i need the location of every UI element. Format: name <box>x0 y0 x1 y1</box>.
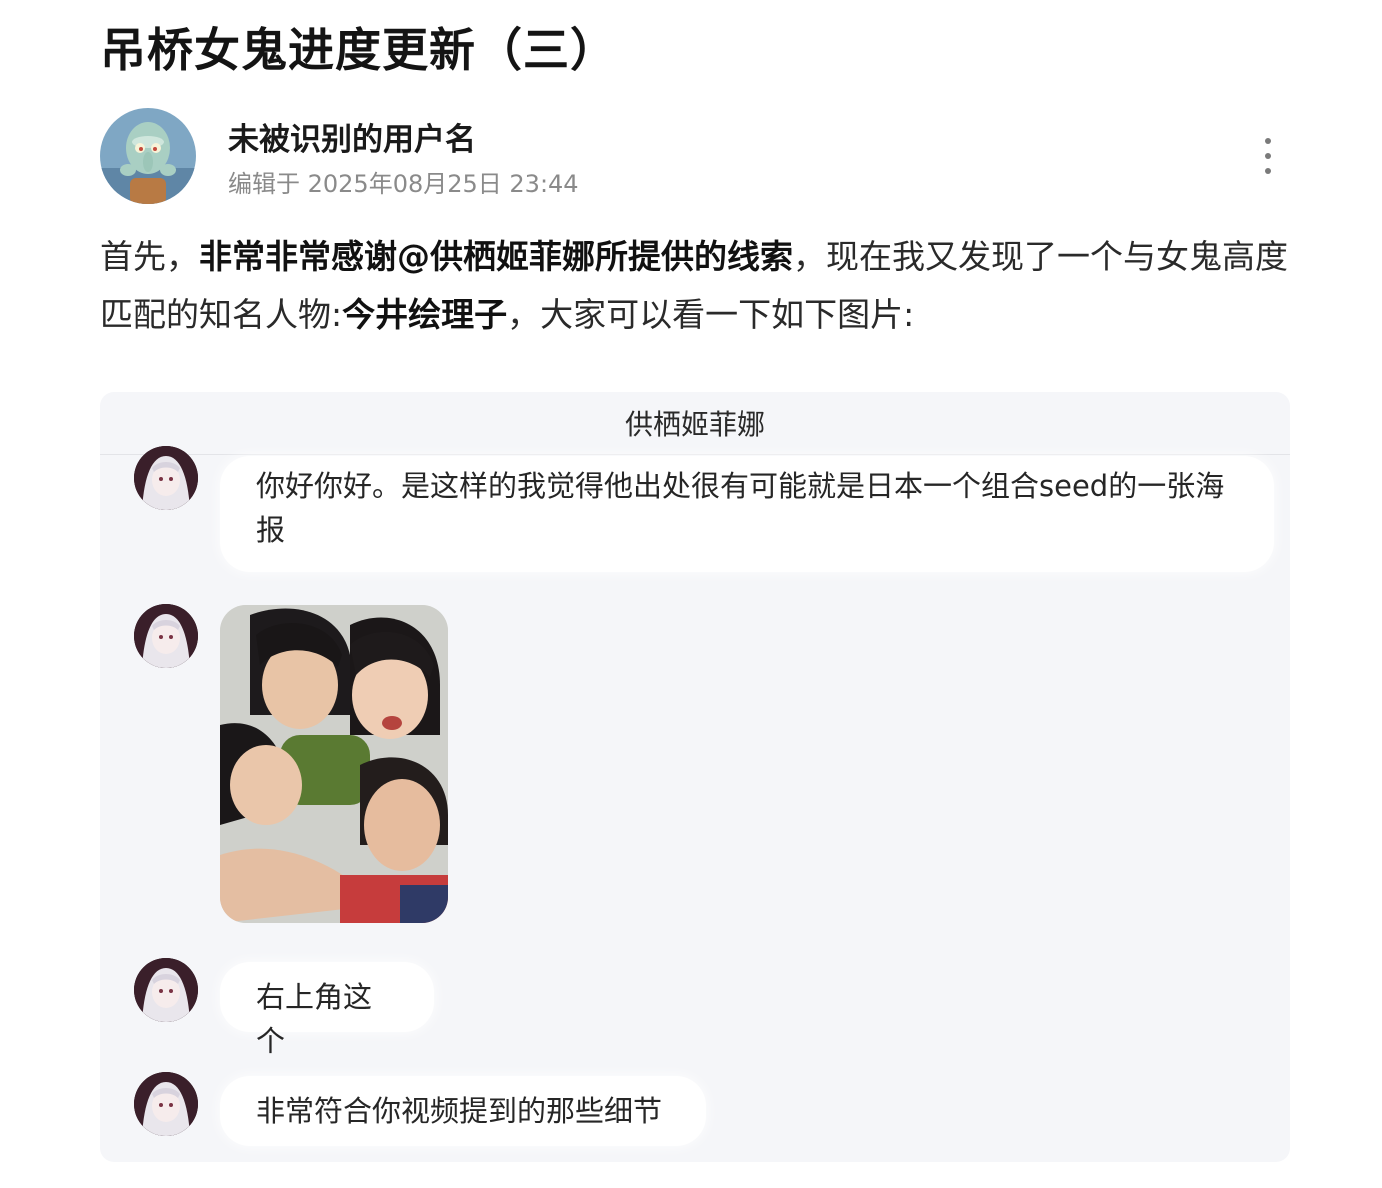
author-avatar-image <box>100 108 196 204</box>
body-text: ，大家可以看一下如下图片: <box>507 295 915 334</box>
chat-screenshot: 供栖姬菲娜 你好你好。是这样的我觉得他出处很有可能就是日本一个组合seed的一张… <box>100 392 1290 1162</box>
message-bubble[interactable]: 右上角这个 <box>220 962 434 1058</box>
author-avatar[interactable] <box>100 108 196 204</box>
chat-contact-name: 供栖姬菲娜 <box>100 392 1290 455</box>
message-image[interactable] <box>220 605 448 923</box>
contact-avatar-image <box>134 1072 198 1136</box>
contact-avatar[interactable] <box>134 446 198 510</box>
post-body: 首先，非常非常感谢@供栖姬菲娜所提供的线索，现在我又发现了一个与女鬼高度匹配的知… <box>100 228 1300 344</box>
message-bubble[interactable]: 你好你好。是这样的我觉得他出处很有可能就是日本一个组合seed的一张海报 <box>220 456 1274 572</box>
body-bold-text: 非常非常感谢@供栖姬菲娜所提供的线索 <box>199 237 793 276</box>
more-vertical-icon[interactable] <box>1250 134 1286 178</box>
message-bubble[interactable]: 非常符合你视频提到的那些细节 <box>220 1076 706 1146</box>
group-photo <box>220 605 448 923</box>
post-title: 吊桥女鬼进度更新（三） <box>100 23 617 77</box>
contact-avatar[interactable] <box>134 1072 198 1136</box>
message-text: 非常符合你视频提到的那些细节 <box>256 1094 663 1128</box>
contact-avatar[interactable] <box>134 958 198 1022</box>
message-text: 右上角这个 <box>256 980 373 1058</box>
menu-dot <box>1265 153 1271 159</box>
body-bold-text: 今井绘理子 <box>342 295 508 334</box>
contact-avatar-image <box>134 604 198 668</box>
menu-dot <box>1265 138 1271 144</box>
body-text: 首先， <box>100 237 199 276</box>
post-page: 吊桥女鬼进度更新（三） 未被识别的用户名 编辑于 2025年08月25日 23:… <box>0 0 1382 1188</box>
message-text: 你好你好。是这样的我觉得他出处很有可能就是日本一个组合seed的一张海报 <box>256 469 1225 547</box>
edit-timestamp: 编辑于 2025年08月25日 23:44 <box>228 170 579 198</box>
contact-avatar-image <box>134 446 198 510</box>
menu-dot <box>1265 168 1271 174</box>
contact-avatar[interactable] <box>134 604 198 668</box>
author-name[interactable]: 未被识别的用户名 <box>228 114 476 159</box>
contact-avatar-image <box>134 958 198 1022</box>
